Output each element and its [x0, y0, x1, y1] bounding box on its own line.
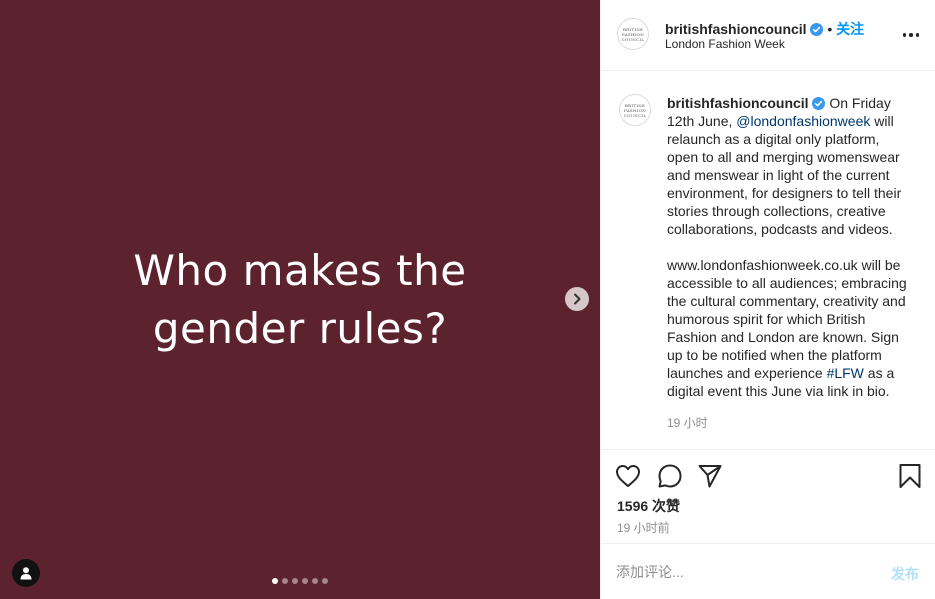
more-dot — [903, 33, 907, 37]
avatar[interactable]: BRITISH FASHION COUNCIL — [617, 18, 649, 50]
chevron-right-icon — [574, 293, 581, 305]
caption-username-link[interactable]: britishfashioncouncil — [667, 95, 809, 111]
more-dot — [909, 33, 913, 37]
verified-icon — [812, 97, 826, 110]
slide-dot — [302, 578, 308, 584]
save-button[interactable] — [897, 463, 923, 489]
follow-button[interactable]: 关注 — [836, 21, 864, 37]
slide-indicator — [272, 578, 328, 584]
hashtag-link[interactable]: #LFW — [827, 365, 864, 381]
post-header: BRITISH FASHION COUNCIL britishfashionco… — [601, 0, 935, 71]
more-dot — [915, 33, 919, 37]
likes-count[interactable]: 1596 次赞 — [617, 496, 680, 516]
username-link[interactable]: britishfashioncouncil — [665, 21, 807, 37]
slide-text: Who makes the gender rules? — [133, 246, 467, 353]
user-icon — [20, 567, 32, 580]
comment-bar: 发布 — [601, 543, 935, 599]
action-bar — [601, 451, 935, 499]
verified-icon — [810, 23, 824, 36]
caption-text: britishfashioncouncil On Friday 12th Jun… — [667, 94, 912, 400]
post-media[interactable]: Who makes the gender rules? — [0, 0, 600, 599]
paper-plane-icon — [698, 465, 722, 488]
slide-dot — [312, 578, 318, 584]
comment-button[interactable] — [657, 463, 683, 489]
location-link[interactable]: London Fashion Week — [665, 37, 785, 51]
more-options-button[interactable] — [903, 31, 919, 39]
caption-timestamp: 19 小时 — [667, 416, 708, 430]
avatar-line: COUNCIL — [623, 112, 647, 118]
comment-icon — [658, 464, 682, 488]
caption-body: www.londonfashionweek.co.uk will be acce… — [667, 257, 907, 381]
header-name-row: britishfashioncouncil • 关注 — [665, 19, 864, 39]
tagged-users-button[interactable] — [12, 559, 40, 587]
caption-avatar[interactable]: BRITISH FASHION COUNCIL — [619, 94, 651, 126]
caption-body: will relaunch as a digital only platform… — [667, 113, 902, 237]
separator: • — [827, 21, 833, 37]
slide-dot — [282, 578, 288, 584]
caption-section: BRITISH FASHION COUNCIL britishfashionco… — [601, 72, 935, 450]
post-timestamp: 19 小时前 — [617, 521, 670, 535]
mention-link[interactable]: @londonfashionweek — [736, 113, 870, 129]
post-comment-button[interactable]: 发布 — [891, 564, 919, 584]
post-panel: BRITISH FASHION COUNCIL britishfashionco… — [600, 0, 935, 599]
share-button[interactable] — [697, 463, 723, 489]
slide-dot — [322, 578, 328, 584]
slide-dot — [292, 578, 298, 584]
avatar-line: COUNCIL — [621, 36, 645, 42]
bookmark-icon — [899, 464, 921, 488]
heart-icon — [616, 465, 640, 487]
like-button[interactable] — [615, 463, 641, 489]
comment-input[interactable] — [616, 560, 876, 584]
next-slide-button[interactable] — [565, 287, 589, 311]
slide-dot — [272, 578, 278, 584]
